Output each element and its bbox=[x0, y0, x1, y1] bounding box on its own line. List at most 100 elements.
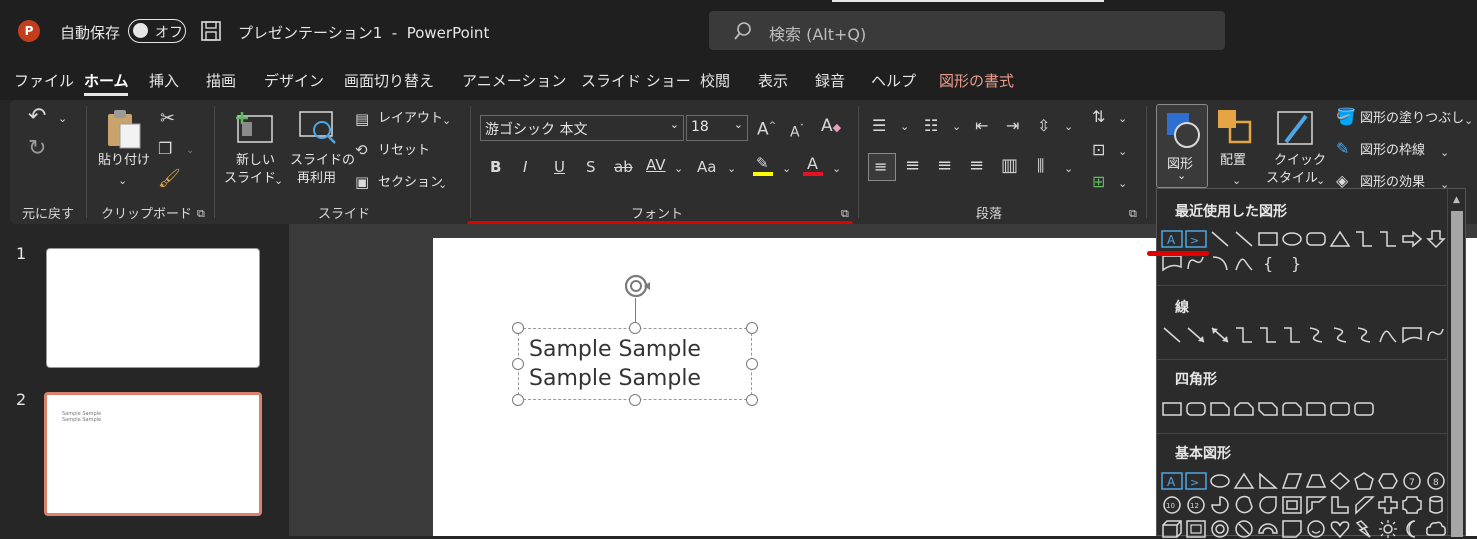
align-center-icon[interactable]: ≡ bbox=[905, 157, 920, 175]
dialog-launcher-icon[interactable]: ⧉ bbox=[197, 205, 205, 223]
can-shape-icon[interactable] bbox=[1425, 495, 1447, 515]
resize-handle-w[interactable] bbox=[512, 358, 524, 370]
tab-animations[interactable]: アニメーション bbox=[462, 70, 566, 91]
parallelogram-shape-icon[interactable] bbox=[1281, 471, 1303, 491]
chevron-down-icon[interactable]: ⌄ bbox=[1440, 144, 1449, 162]
section-label[interactable]: セクション bbox=[378, 174, 443, 192]
round-single-corner-rectangle-shape-icon[interactable] bbox=[1305, 399, 1327, 419]
triangle-shape-icon[interactable] bbox=[1329, 229, 1351, 249]
dialog-launcher-icon[interactable]: ⧉ bbox=[1129, 205, 1137, 223]
reset-label[interactable]: リセット bbox=[378, 142, 430, 160]
cut-icon[interactable]: ✂ bbox=[160, 110, 175, 128]
undo-icon[interactable]: ↶ bbox=[28, 106, 46, 128]
chevron-down-icon[interactable]: ⌄ bbox=[1118, 110, 1127, 128]
reuse-slides-label-2[interactable]: 再利用 bbox=[297, 170, 336, 188]
line-spacing-icon[interactable]: ⇳ bbox=[1037, 117, 1050, 135]
tab-insert[interactable]: 挿入 bbox=[149, 70, 179, 91]
line-shape-icon[interactable] bbox=[1209, 229, 1231, 249]
curved-double-arrow-connector-shape-icon[interactable] bbox=[1353, 325, 1375, 345]
shapes-gallery-dropdown[interactable]: 最近使用した図形 A > { } 線 四角形 基本図形 A > 7 8 10 1… bbox=[1147, 188, 1466, 539]
tab-slideshow[interactable]: スライド ショー bbox=[581, 70, 691, 91]
flowchart-document-shape-icon[interactable] bbox=[1161, 253, 1183, 273]
elbow-arrow-shape-icon[interactable] bbox=[1257, 325, 1279, 345]
pentagon-shape-icon[interactable] bbox=[1353, 471, 1375, 491]
text-direction-icon[interactable]: ⇅ bbox=[1092, 108, 1105, 126]
change-case-button[interactable]: Aa bbox=[697, 158, 716, 176]
section-icon[interactable]: ▣ bbox=[355, 173, 369, 191]
resize-handle-sw[interactable] bbox=[512, 394, 524, 406]
tab-draw[interactable]: 描画 bbox=[206, 70, 236, 91]
layout-icon[interactable]: ▤ bbox=[355, 110, 369, 128]
tab-record[interactable]: 録音 bbox=[815, 70, 845, 91]
rectangle-shape-icon[interactable] bbox=[1257, 229, 1279, 249]
dodecagon-shape-icon[interactable]: 12 bbox=[1185, 495, 1207, 515]
chevron-down-icon[interactable]: ⌄ bbox=[1464, 112, 1473, 130]
chevron-down-icon[interactable]: ⌄ bbox=[186, 142, 194, 160]
underline-button[interactable]: U bbox=[554, 158, 565, 176]
tab-file[interactable]: ファイル bbox=[14, 70, 74, 91]
quick-styles-label-1[interactable]: クイック bbox=[1274, 152, 1326, 170]
scroll-up-icon[interactable]: ▲ bbox=[1453, 195, 1460, 205]
trapezoid-shape-icon[interactable] bbox=[1305, 471, 1327, 491]
font-color-button[interactable]: A bbox=[803, 154, 825, 178]
format-painter-icon[interactable]: 🖌 bbox=[158, 170, 181, 188]
decagon-shape-icon[interactable]: 10 bbox=[1161, 495, 1183, 515]
chevron-down-icon[interactable]: ⌄ bbox=[832, 160, 841, 178]
tab-help[interactable]: ヘルプ bbox=[871, 70, 916, 91]
chevron-down-icon[interactable]: ⌄ bbox=[1118, 175, 1127, 193]
resize-handle-s[interactable] bbox=[629, 394, 641, 406]
vertical-text-box-shape-icon[interactable]: > bbox=[1185, 471, 1207, 491]
reset-icon[interactable]: ⟲ bbox=[355, 141, 368, 159]
distributed-icon[interactable]: ▥ bbox=[1001, 157, 1018, 175]
arrange-icon[interactable] bbox=[1216, 108, 1254, 146]
plus-shape-icon[interactable] bbox=[1377, 495, 1399, 515]
arrow-line-shape-icon[interactable] bbox=[1185, 325, 1207, 345]
smartart-icon[interactable]: ⊞ bbox=[1092, 173, 1105, 191]
new-slide-icon[interactable] bbox=[234, 110, 274, 144]
teardrop-shape-icon[interactable] bbox=[1257, 495, 1279, 515]
elbow-arrow-shape-icon[interactable] bbox=[1377, 229, 1399, 249]
quick-styles-icon[interactable] bbox=[1276, 108, 1316, 148]
align-right-icon[interactable]: ≡ bbox=[937, 157, 952, 175]
cloud-shape-icon[interactable] bbox=[1425, 519, 1447, 539]
paste-label[interactable]: 貼り付け bbox=[98, 152, 150, 170]
bullets-icon[interactable]: ☰ bbox=[872, 117, 886, 135]
curved-arrow-connector-shape-icon[interactable] bbox=[1329, 325, 1351, 345]
snip-two-corner-rectangle-shape-icon[interactable] bbox=[1233, 399, 1255, 419]
copy-icon[interactable]: ❐ bbox=[158, 140, 172, 158]
shadow-button[interactable]: S bbox=[586, 158, 596, 176]
autosave-toggle[interactable]: オフ bbox=[128, 19, 186, 43]
highlight-button[interactable]: ✎ bbox=[753, 154, 775, 178]
chevron-down-icon[interactable]: ⌄ bbox=[782, 160, 791, 178]
arc-shape-icon[interactable] bbox=[1209, 253, 1231, 273]
tab-review[interactable]: 校閲 bbox=[700, 70, 730, 91]
layout-label[interactable]: レイアウト bbox=[378, 110, 443, 128]
bevel-shape-icon[interactable] bbox=[1185, 519, 1207, 539]
tab-transitions[interactable]: 画面切り替え bbox=[344, 70, 434, 91]
resize-handle-n[interactable] bbox=[629, 322, 641, 334]
chevron-down-icon[interactable]: ⌄ bbox=[1118, 143, 1127, 161]
align-text-icon[interactable]: ⊡ bbox=[1092, 141, 1105, 159]
heart-shape-icon[interactable] bbox=[1329, 519, 1351, 539]
chord-shape-icon[interactable] bbox=[1233, 495, 1255, 515]
align-left-button[interactable]: ≡ bbox=[868, 153, 896, 181]
columns-icon[interactable]: ⫼ bbox=[1037, 157, 1044, 175]
rotate-handle-icon[interactable] bbox=[620, 272, 654, 302]
line-shape-icon[interactable] bbox=[1161, 325, 1183, 345]
numbering-icon[interactable]: ☷ bbox=[924, 117, 938, 135]
rectangle-shape-icon[interactable] bbox=[1161, 399, 1183, 419]
oval-shape-icon[interactable] bbox=[1281, 229, 1303, 249]
round-diagonal-rectangle-shape-icon[interactable] bbox=[1353, 399, 1375, 419]
snip-corner-rectangle-shape-icon[interactable] bbox=[1209, 399, 1231, 419]
arrow-line-shape-icon[interactable] bbox=[1233, 229, 1255, 249]
slide-thumbnail-pane[interactable]: 1 2 Sample Sample Sample Sample bbox=[0, 224, 290, 536]
oval-shape-icon[interactable] bbox=[1209, 471, 1231, 491]
hexagon-shape-icon[interactable] bbox=[1377, 471, 1399, 491]
frame-shape-icon[interactable] bbox=[1281, 495, 1303, 515]
elbow-connector-shape-icon[interactable] bbox=[1353, 229, 1375, 249]
resize-handle-ne[interactable] bbox=[746, 322, 758, 334]
chevron-down-icon[interactable]: ⌄ bbox=[438, 176, 447, 194]
chevron-down-icon[interactable]: ⌄ bbox=[1064, 118, 1073, 136]
paste-icon[interactable] bbox=[104, 108, 144, 150]
freeform-shape-icon[interactable] bbox=[1401, 325, 1423, 345]
